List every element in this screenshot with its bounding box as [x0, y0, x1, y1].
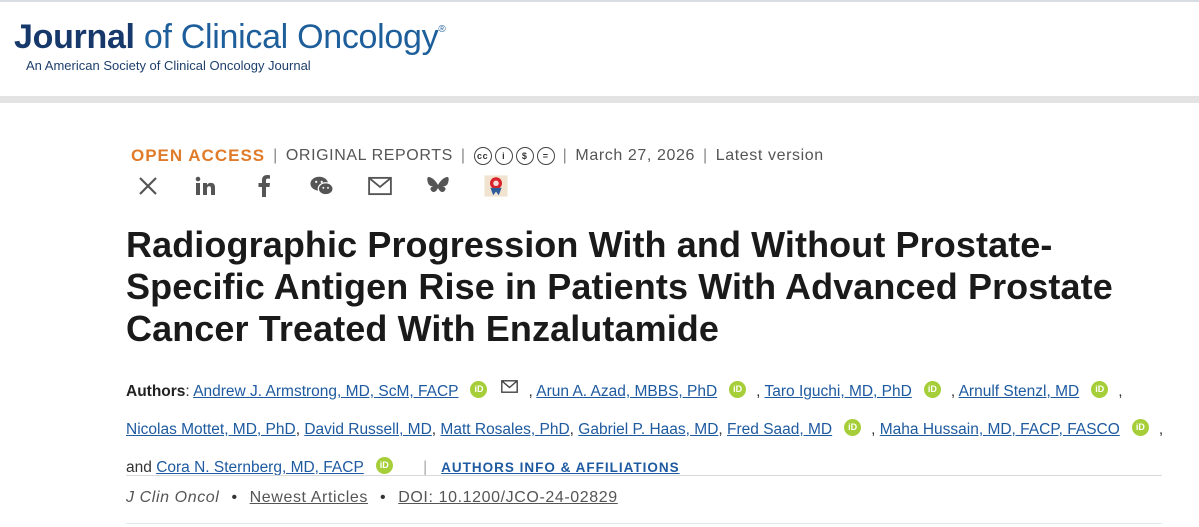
meta-separator: | [460, 147, 466, 164]
divider [126, 475, 1162, 476]
mendeley-icon[interactable] [484, 173, 508, 199]
author-link[interactable]: Andrew J. Armstrong, MD, ScM, FACP [193, 383, 458, 400]
orcid-icon[interactable]: iD [470, 381, 488, 398]
linkedin-icon[interactable] [194, 173, 218, 199]
author-link[interactable]: Fred Saad, MD [727, 421, 832, 438]
bullet-separator: • [380, 489, 387, 506]
license-icons[interactable]: cc i $ = [473, 147, 555, 165]
section-link[interactable]: Newest Articles [250, 489, 368, 506]
orcid-icon[interactable]: iD [844, 419, 862, 436]
bullet-separator: • [231, 489, 238, 506]
open-access-label: OPEN ACCESS [131, 146, 266, 165]
registered-mark: ® [438, 24, 446, 35]
header-divider [0, 96, 1199, 103]
meta-separator: | [702, 147, 708, 164]
and-text: and [126, 459, 152, 476]
divider [126, 523, 1162, 524]
meta-separator: | [273, 147, 278, 164]
article-type: ORIGINAL REPORTS [285, 147, 453, 164]
email-icon[interactable] [501, 370, 519, 408]
author-link[interactable]: David Russell, MD [304, 421, 431, 438]
wechat-icon[interactable] [310, 173, 334, 199]
meta-separator: | [562, 147, 568, 164]
nd-icon: = [536, 147, 555, 165]
header-top-border [0, 0, 1199, 2]
doi-link[interactable]: DOI: 10.1200/JCO-24-02829 [398, 489, 618, 506]
article-title: Radiographic Progression With and Withou… [126, 224, 1113, 349]
bluesky-icon[interactable] [426, 173, 450, 199]
author-link[interactable]: Nicolas Mottet, MD, PhD [126, 421, 296, 438]
article-meta: OPEN ACCESS | ORIGINAL REPORTS | cc i $ … [131, 144, 824, 168]
orcid-icon[interactable]: iD [729, 381, 747, 398]
authors-info-link[interactable]: AUTHORS INFO & AFFILIATIONS [441, 460, 680, 475]
journal-abbrev: J Clin Oncol [126, 489, 220, 506]
orcid-icon[interactable]: iD [1131, 419, 1149, 436]
facebook-icon[interactable] [252, 173, 276, 199]
citation-line: J Clin Oncol • Newest Articles • DOI: 10.120… [126, 489, 618, 507]
author-link[interactable]: Gabriel P. Haas, MD [578, 421, 718, 438]
logo-subtitle: An American Society of Clinical Oncology… [26, 58, 311, 73]
email-icon[interactable] [368, 173, 392, 199]
nc-icon: $ [515, 147, 534, 165]
journal-logo[interactable]: Journal of Clinical Oncology® [14, 18, 446, 57]
logo-rest-text: of Clinical Oncology [134, 18, 439, 56]
authors-label: Authors [126, 383, 186, 400]
author-link[interactable]: Matt Rosales, PhD [440, 421, 569, 438]
publish-date: March 27, 2026 [575, 147, 695, 164]
author-link[interactable]: Maha Hussain, MD, FACP, FASCO [880, 421, 1120, 438]
orcid-icon[interactable]: iD [923, 381, 941, 398]
orcid-icon[interactable]: iD [1091, 381, 1109, 398]
author-link[interactable]: Arnulf Stenzl, MD [959, 383, 1080, 400]
author-link[interactable]: Taro Iguchi, MD, PhD [765, 383, 912, 400]
author-list: Authors: Andrew J. Armstrong, MD, ScM, F… [126, 370, 1166, 487]
x-icon[interactable] [136, 173, 160, 199]
by-icon: i [494, 147, 513, 165]
logo-bold-text: Journal [14, 18, 135, 56]
version-label: Latest version [715, 147, 824, 164]
orcid-icon[interactable]: iD [375, 457, 393, 474]
site-header: Journal of Clinical Oncology® An America… [0, 0, 1199, 96]
author-link[interactable]: Arun A. Azad, MBBS, PhD [536, 383, 717, 400]
authors-separator: | [423, 459, 428, 476]
share-bar [136, 173, 542, 199]
cc-icon: cc [473, 147, 492, 165]
author-link[interactable]: Cora N. Sternberg, MD, FACP [156, 459, 364, 476]
